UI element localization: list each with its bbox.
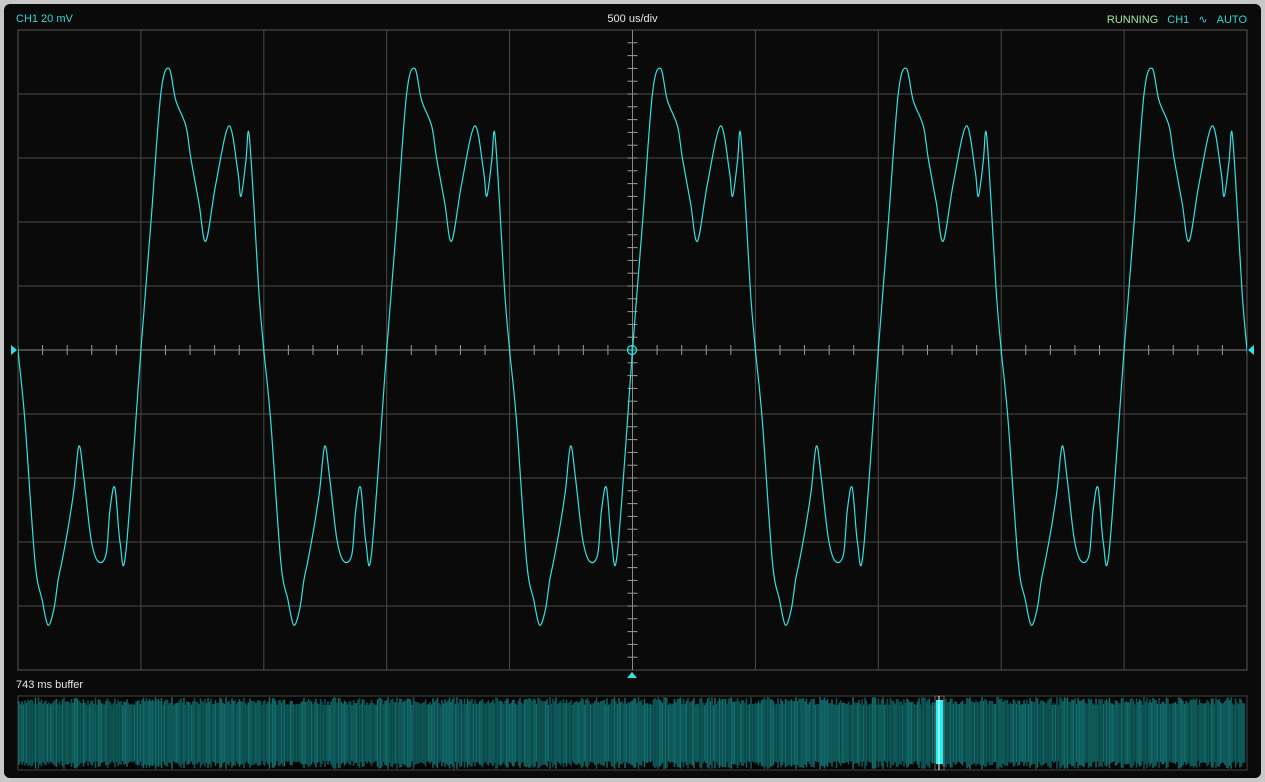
trigger-position-marker[interactable] <box>626 344 638 356</box>
buffer-label: 743 ms buffer <box>16 679 84 691</box>
trigger-level-marker-right[interactable] <box>1248 345 1254 355</box>
trigger-mode[interactable]: AUTO <box>1217 14 1247 26</box>
buffer-waveform <box>18 697 1246 769</box>
timebase-label[interactable]: 500 us/div <box>4 13 1261 25</box>
ch1-ground-marker-left[interactable] <box>11 345 17 355</box>
trigger-source: CH1 <box>1167 14 1190 26</box>
scope-display[interactable] <box>4 4 1261 778</box>
run-state[interactable]: RUNNING <box>1107 14 1158 26</box>
rising-edge-icon: ∿ <box>1198 14 1208 26</box>
trigger-status[interactable]: RUNNING CH1 ∿ AUTO <box>1107 13 1247 26</box>
oscilloscope-panel: CH1 20 mV 500 us/div RUNNING CH1 ∿ AUTO … <box>4 4 1261 778</box>
buffer-view-window[interactable] <box>934 695 945 771</box>
trigger-time-marker-bottom[interactable] <box>627 672 637 678</box>
